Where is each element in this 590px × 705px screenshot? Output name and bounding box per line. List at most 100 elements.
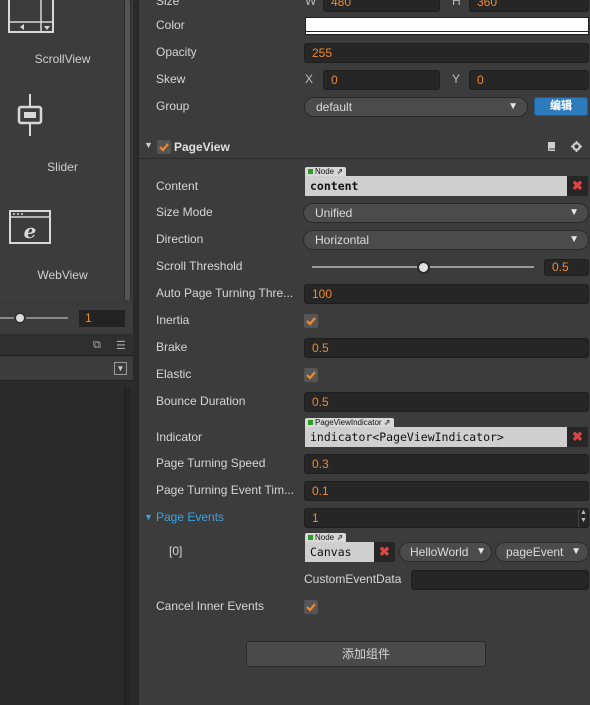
page-turning-speed-label: Page Turning Speed bbox=[156, 456, 266, 470]
checkmark-icon bbox=[306, 603, 316, 612]
skew-y-label: Y bbox=[452, 72, 461, 86]
skew-x-label: X bbox=[305, 72, 314, 86]
node-type-tag: Node ⇗ bbox=[305, 167, 347, 176]
cancel-inner-events-row: Cancel Inner Events bbox=[139, 595, 590, 619]
elastic-label: Elastic bbox=[156, 367, 192, 381]
content-row: Content Node ⇗ content ✖ bbox=[139, 167, 590, 198]
color-label: Color bbox=[156, 18, 185, 32]
scroll-threshold-slider-handle[interactable] bbox=[416, 261, 430, 274]
svg-text:e: e bbox=[24, 219, 37, 243]
page-turning-speed-row: Page Turning Speed 0.3 bbox=[139, 452, 590, 476]
page-events-count-field[interactable]: 1 bbox=[304, 508, 589, 528]
scroll-threshold-row: Scroll Threshold 0.5 bbox=[139, 255, 590, 279]
group-row: Group default ▼ bbox=[139, 95, 590, 119]
add-component-button[interactable]: 添加组件 bbox=[246, 641, 486, 667]
clear-content-button[interactable]: ✖ bbox=[567, 176, 588, 196]
size-row: Size W 480 H 360 bbox=[139, 0, 590, 14]
gear-icon[interactable] bbox=[571, 141, 582, 152]
clear-indicator-button[interactable]: ✖ bbox=[567, 427, 588, 447]
group-dropdown[interactable]: default ▼ bbox=[304, 97, 528, 117]
content-node-field[interactable]: content bbox=[305, 176, 567, 196]
event-handler-dropdown[interactable]: pageEvent ▼ bbox=[495, 542, 589, 562]
chevron-down-icon: ▼ bbox=[569, 234, 579, 245]
popout-icon[interactable]: ⧉ bbox=[93, 339, 101, 352]
size-mode-value: Unified bbox=[315, 206, 353, 220]
library-item-webview[interactable]: e WebView bbox=[0, 208, 125, 288]
page-events-row: ▼ Page Events 1 ▲ ▼ bbox=[139, 506, 590, 530]
color-row: Color bbox=[139, 14, 590, 38]
library-scrollbar[interactable] bbox=[124, 0, 131, 300]
skew-y-field[interactable]: 0 bbox=[469, 70, 589, 90]
group-label: Group bbox=[156, 99, 190, 113]
custom-event-data-field[interactable] bbox=[411, 570, 589, 590]
library-zoom-bar: 1 bbox=[0, 306, 133, 332]
direction-label: Direction bbox=[156, 232, 204, 246]
height-field[interactable]: 360 bbox=[469, 0, 589, 12]
skew-x-field[interactable]: 0 bbox=[323, 70, 440, 90]
pageview-component-header[interactable]: ▼ PageView bbox=[139, 134, 590, 159]
width-field[interactable]: 480 bbox=[323, 0, 440, 12]
assets-scrollbar[interactable] bbox=[124, 387, 131, 705]
chevron-down-icon: ▼ bbox=[569, 207, 579, 218]
auto-page-turning-field[interactable]: 100 bbox=[304, 284, 589, 304]
direction-value: Horizontal bbox=[315, 233, 370, 247]
checkmark-icon bbox=[306, 371, 316, 380]
scroll-threshold-label: Scroll Threshold bbox=[156, 259, 243, 273]
color-swatch[interactable] bbox=[305, 17, 589, 35]
checkmark-icon bbox=[159, 143, 169, 152]
auto-page-turning-row: Auto Page Turning Thre... 100 bbox=[139, 282, 590, 306]
height-label: H bbox=[452, 0, 461, 8]
inertia-checkbox[interactable] bbox=[304, 314, 318, 328]
help-book-icon[interactable] bbox=[546, 141, 557, 152]
widget-library-panel: ScrollView Slider e WebView 1 ⧉ ☰ ▼ bbox=[0, 0, 133, 705]
assets-panel-header: ⧉ ☰ bbox=[0, 334, 133, 356]
elastic-checkbox[interactable] bbox=[304, 368, 318, 382]
brake-label: Brake bbox=[156, 340, 188, 354]
zoom-slider-track[interactable] bbox=[0, 317, 68, 319]
expand-arrow-icon[interactable]: ▼ bbox=[144, 512, 153, 522]
count-stepper[interactable]: ▲ ▼ bbox=[578, 509, 588, 527]
zoom-slider-handle[interactable] bbox=[14, 312, 26, 324]
inertia-label: Inertia bbox=[156, 313, 190, 327]
indicator-row: Indicator PageViewIndicator ⇗ indicator<… bbox=[139, 418, 590, 449]
slider-icon bbox=[17, 94, 43, 136]
zoom-value-field[interactable]: 1 bbox=[79, 310, 125, 327]
custom-event-data-label: CustomEventData bbox=[304, 572, 402, 586]
library-item-slider[interactable]: Slider bbox=[0, 92, 125, 182]
page-turning-event-timing-field[interactable]: 0.1 bbox=[304, 481, 589, 501]
edit-group-button[interactable]: 编辑 bbox=[534, 97, 588, 116]
indicator-label: Indicator bbox=[156, 430, 203, 444]
event-component-dropdown[interactable]: HelloWorld ▼ bbox=[399, 542, 492, 562]
inspector-panel: Size W 480 H 360 Color Opacity 255 Skew … bbox=[139, 0, 590, 705]
cancel-inner-events-checkbox[interactable] bbox=[304, 600, 318, 614]
indicator-type-tag: PageViewIndicator ⇗ bbox=[305, 418, 394, 427]
widget-library: ScrollView Slider e WebView bbox=[0, 0, 125, 300]
page-events-label[interactable]: Page Events bbox=[156, 510, 301, 524]
direction-row: Direction Horizontal ▼ bbox=[139, 228, 590, 252]
size-mode-dropdown[interactable]: Unified ▼ bbox=[303, 203, 589, 223]
library-item-scrollview[interactable]: ScrollView bbox=[0, 0, 125, 66]
brake-field[interactable]: 0.5 bbox=[304, 338, 589, 358]
menu-icon[interactable]: ☰ bbox=[116, 339, 126, 352]
chevron-down-icon: ▼ bbox=[508, 101, 518, 112]
opacity-row: Opacity 255 bbox=[139, 41, 590, 65]
page-turning-speed-field[interactable]: 0.3 bbox=[304, 454, 589, 474]
clear-event-target-button[interactable]: ✖ bbox=[374, 542, 395, 562]
webview-icon: e bbox=[9, 210, 51, 244]
page-event-index: [0] bbox=[169, 544, 183, 558]
opacity-field[interactable]: 255 bbox=[304, 43, 589, 63]
scroll-threshold-field[interactable]: 0.5 bbox=[544, 259, 589, 276]
cancel-inner-events-label: Cancel Inner Events bbox=[156, 599, 265, 613]
indicator-node-field[interactable]: indicator<PageViewIndicator> bbox=[305, 427, 567, 447]
collapse-arrow-icon[interactable]: ▼ bbox=[144, 140, 153, 150]
custom-event-data-row: CustomEventData bbox=[139, 568, 590, 592]
library-item-label: Slider bbox=[47, 160, 78, 174]
dropdown-toggle-icon[interactable]: ▼ bbox=[114, 362, 127, 375]
event-target-field[interactable]: Canvas bbox=[305, 542, 374, 562]
bounce-duration-label: Bounce Duration bbox=[156, 394, 246, 408]
library-item-label: ScrollView bbox=[34, 52, 91, 66]
component-enabled-checkbox[interactable] bbox=[157, 140, 171, 154]
direction-dropdown[interactable]: Horizontal ▼ bbox=[303, 230, 589, 250]
bounce-duration-field[interactable]: 0.5 bbox=[304, 392, 589, 412]
assets-filter-bar: ▼ bbox=[0, 357, 133, 381]
